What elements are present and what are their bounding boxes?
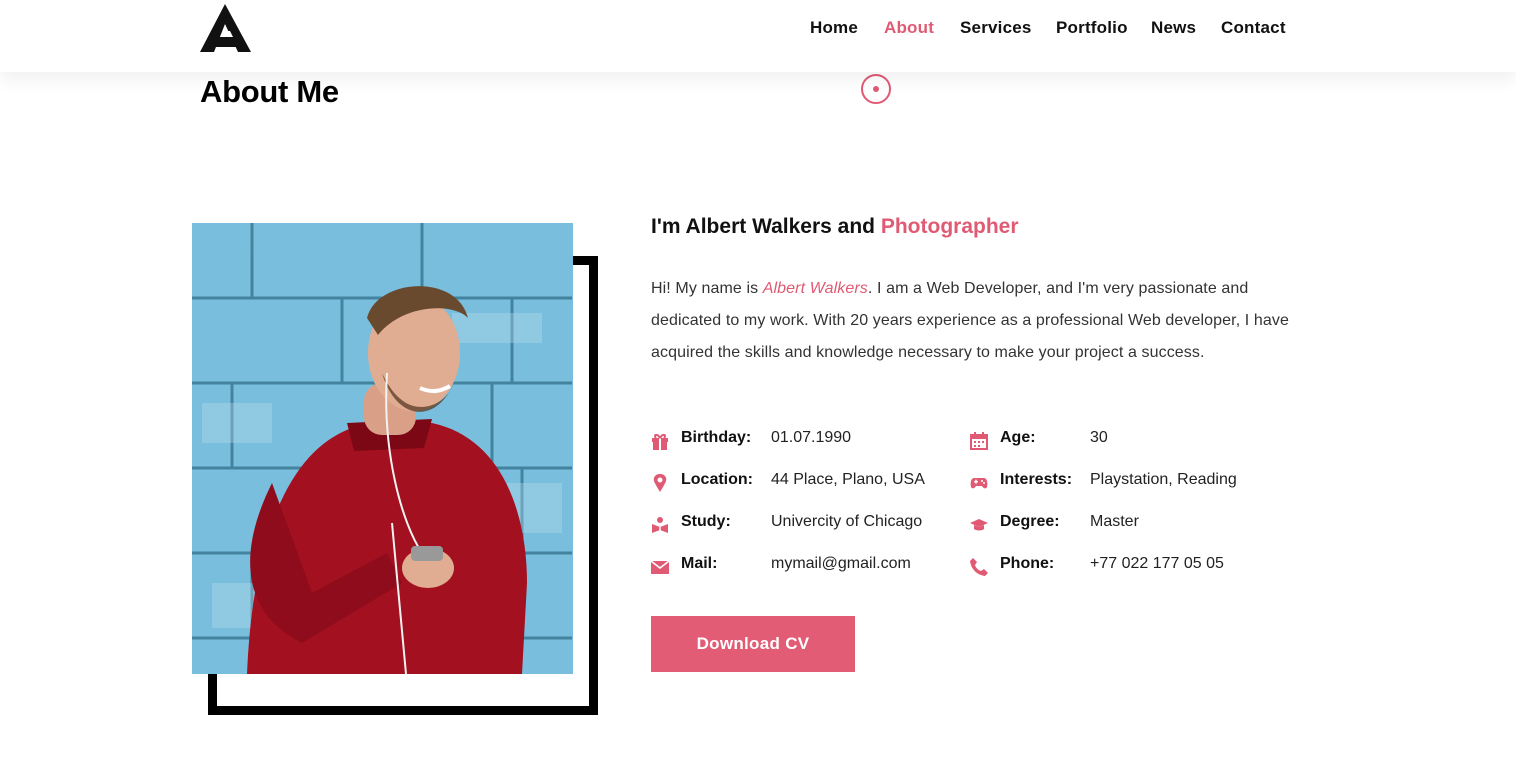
nav-portfolio[interactable]: Portfolio [1056,18,1128,38]
degree-label: Degree: [1000,513,1060,530]
birthday-label: Birthday: [681,429,752,446]
nav-about[interactable]: About [884,18,934,38]
bio-intro: Hi! My name is [651,280,763,297]
site-header: Home About Services Portfolio News Conta… [0,0,1516,72]
phone-icon [970,558,988,576]
scroll-indicator-icon[interactable] [861,74,891,104]
calendar-icon [970,432,988,450]
mail-label: Mail: [681,555,718,572]
bio-paragraph: Hi! My name is Albert Walkers. I am a We… [651,273,1291,369]
info-degree: Degree: Master [970,513,1270,537]
envelope-icon [651,560,669,574]
headline-role: Photographer [880,215,1019,238]
age-value: 30 [1090,429,1108,446]
nav-contact[interactable]: Contact [1221,18,1286,38]
degree-value: Master [1090,513,1139,530]
study-value: Univercity of Chicago [771,513,923,530]
info-mail: Mail: mymail@gmail.com [651,555,951,579]
info-study: Study: Univercity of Chicago [651,513,951,537]
headline-prefix: I'm Albert Walkers and [651,215,881,238]
location-value: 44 Place, Plano, USA [771,471,925,488]
info-interests: Interests: Playstation, Reading [970,471,1270,495]
phone-label: Phone: [1000,555,1055,572]
study-icon [652,517,668,533]
info-location: Location: 44 Place, Plano, USA [651,471,951,495]
gift-icon [652,434,668,450]
interests-value: Playstation, Reading [1090,471,1237,488]
profile-photo-illustration [192,223,573,674]
nav-services[interactable]: Services [960,18,1032,38]
main-nav: Home About Services Portfolio News Conta… [0,18,1290,40]
nav-news[interactable]: News [1151,18,1196,38]
phone-value[interactable]: +77 022 177 05 05 [1090,555,1224,573]
nav-home[interactable]: Home [810,18,858,38]
download-cv-button[interactable]: Download CV [651,616,855,672]
study-label: Study: [681,513,731,530]
graduation-cap-icon [970,519,988,531]
info-birthday: Birthday: 01.07.1990 [651,429,951,453]
bio-name: Albert Walkers [762,280,868,297]
profile-photo [192,223,573,674]
mail-value[interactable]: mymail@gmail.com [771,555,911,573]
interests-label: Interests: [1000,471,1073,488]
info-age: Age: 30 [970,429,1270,453]
birthday-value: 01.07.1990 [771,429,852,446]
info-phone: Phone: +77 022 177 05 05 [970,555,1270,579]
location-label: Location: [681,471,753,488]
map-pin-icon [653,474,667,492]
profile-headline: I'm Albert Walkers and Photographer [651,215,1019,239]
page-title: About Me [200,74,339,109]
gamepad-icon [970,478,988,489]
age-label: Age: [1000,429,1036,446]
